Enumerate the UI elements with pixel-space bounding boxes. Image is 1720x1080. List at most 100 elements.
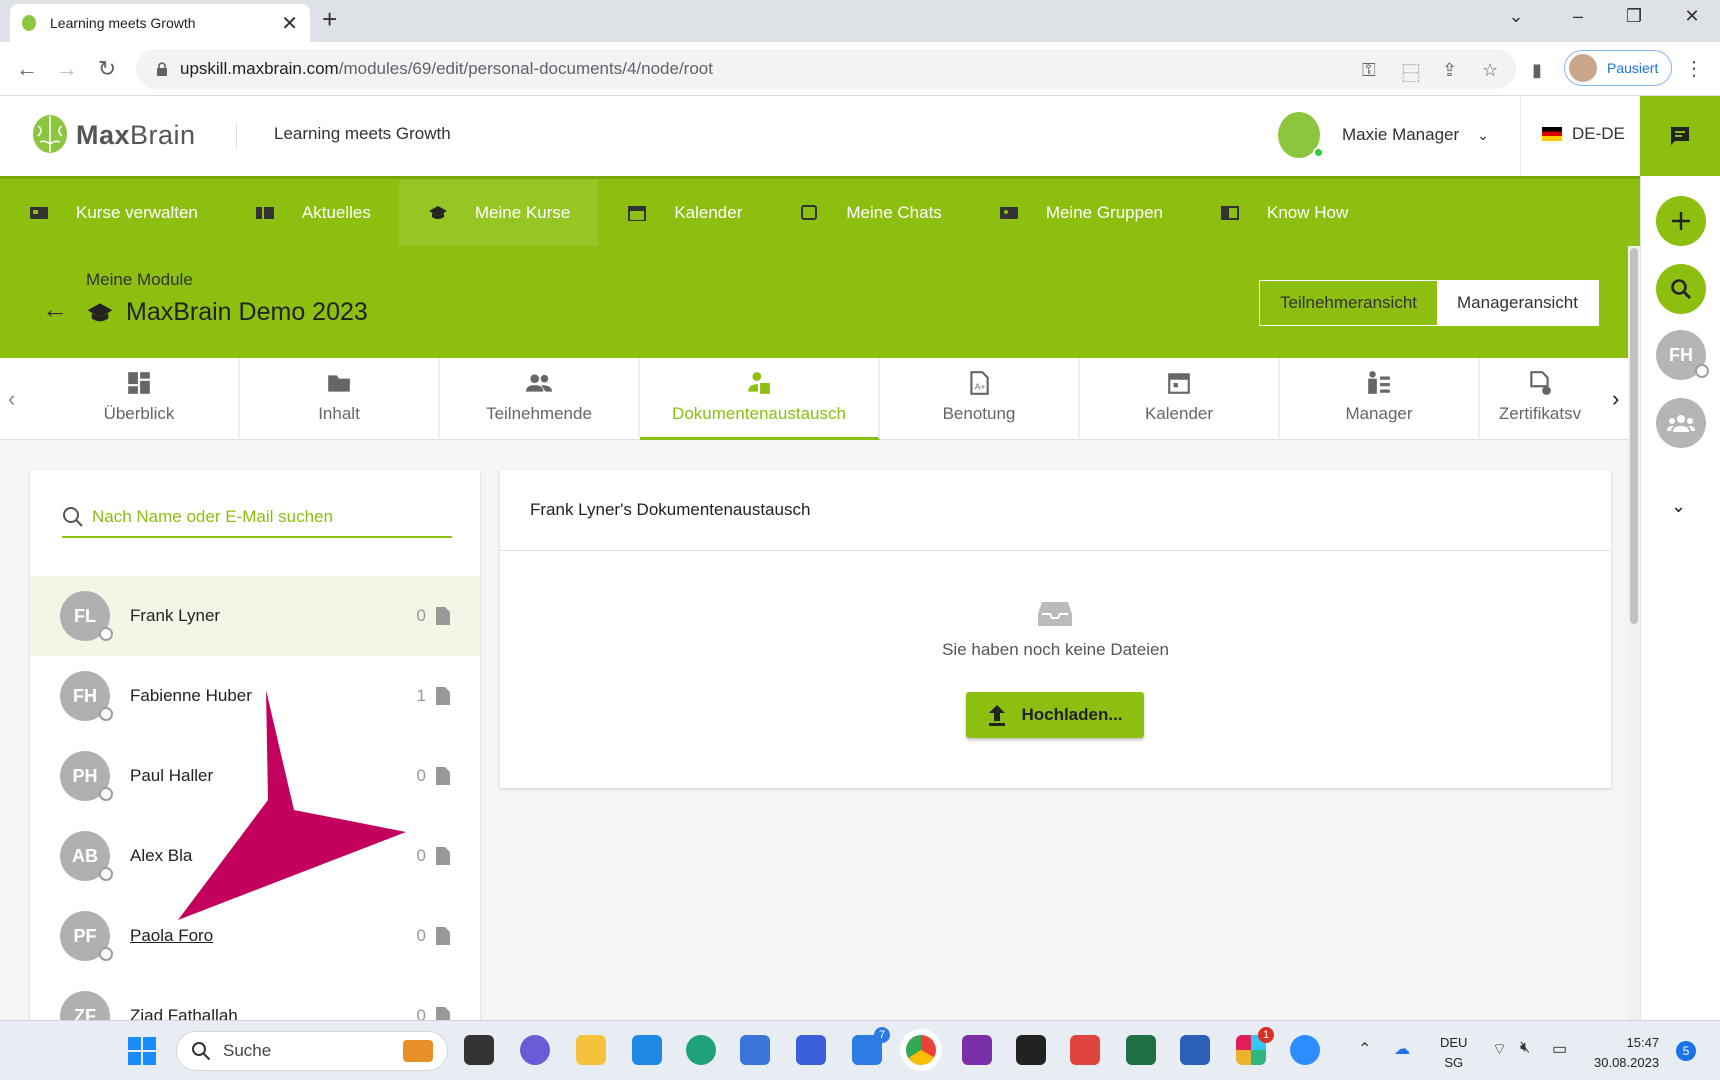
taskbar-search[interactable]: Suche: [176, 1031, 448, 1071]
brain-icon: [33, 115, 67, 153]
browser-menu-icon[interactable]: ⋮: [1684, 56, 1704, 81]
close-window-button[interactable]: ✕: [1672, 6, 1712, 27]
reload-button[interactable]: ↻: [92, 54, 122, 84]
todoist-icon[interactable]: [1070, 1035, 1100, 1065]
forward-button[interactable]: →: [52, 54, 82, 84]
tab-ueberblick[interactable]: Überblick: [40, 358, 240, 440]
tab-dokumentenaustausch[interactable]: Dokumentenaustausch: [640, 358, 880, 440]
tab-kalender[interactable]: Kalender: [1080, 358, 1280, 440]
address-bar[interactable]: upskill.maxbrain.com/modules/69/edit/per…: [136, 49, 1516, 89]
nav-kalender[interactable]: Kalender: [598, 179, 770, 246]
upload-icon: [989, 705, 1006, 726]
windows-start-icon[interactable]: [128, 1037, 156, 1065]
group-card-icon: [999, 206, 1018, 219]
tab-manager[interactable]: Manager: [1280, 358, 1480, 440]
taskbar: Suche 7 1 ⌃ ☁ DEU SG ⌔ 🔇︎ ▭ 15:47 30.08.…: [0, 1020, 1720, 1080]
avatar: FL: [60, 591, 113, 641]
key-icon[interactable]: ⚿: [1362, 60, 1376, 81]
word-icon[interactable]: [1180, 1035, 1210, 1065]
participant-view-button[interactable]: Teilnehmeransicht: [1260, 281, 1437, 325]
close-tab-icon[interactable]: ✕: [281, 11, 298, 36]
user-avatar-button[interactable]: FH: [1656, 330, 1709, 380]
chevron-down-icon[interactable]: ⌄: [1671, 496, 1686, 517]
minimize-button[interactable]: –: [1558, 6, 1598, 27]
profile-button[interactable]: Pausiert: [1564, 50, 1672, 86]
notification-badge[interactable]: 5: [1676, 1041, 1696, 1061]
chevron-right-icon[interactable]: ›: [1612, 386, 1619, 412]
zoom-icon[interactable]: [1290, 1035, 1320, 1065]
battery-icon[interactable]: ▭: [1552, 1039, 1567, 1059]
user-menu[interactable]: Maxie Manager ⌄: [1278, 112, 1489, 158]
panel-title: Frank Lyner's Dokumentenaustausch: [530, 500, 811, 519]
onedrive-icon[interactable]: ☁: [1394, 1039, 1410, 1059]
todo-icon[interactable]: 7: [852, 1027, 890, 1065]
figma-icon[interactable]: [1016, 1035, 1046, 1065]
input-language[interactable]: DEU SG: [1440, 1033, 1467, 1073]
onenote-icon[interactable]: [962, 1035, 992, 1065]
nav-meine-gruppen[interactable]: Meine Gruppen: [970, 179, 1191, 246]
add-button[interactable]: [1656, 196, 1706, 246]
chevron-left-icon[interactable]: ‹: [8, 386, 15, 412]
upload-button[interactable]: Hochladen...: [966, 692, 1144, 738]
scrollbar-thumb[interactable]: [1630, 248, 1638, 624]
tab-search-icon[interactable]: ⌄: [1496, 6, 1536, 27]
search-button[interactable]: [1656, 264, 1706, 314]
browser-toolbar: ← → ↻ upskill.maxbrain.com/modules/69/ed…: [0, 42, 1720, 96]
nav-meine-kurse[interactable]: Meine Kurse: [398, 179, 599, 246]
new-tab-button[interactable]: +: [322, 4, 337, 35]
browser-tab[interactable]: Learning meets Growth ✕: [10, 4, 310, 42]
maxbrain-logo[interactable]: MaxBrain: [32, 114, 196, 156]
search-input[interactable]: [92, 507, 452, 527]
manager-view-button[interactable]: Manageransicht: [1437, 281, 1598, 325]
language-selector[interactable]: DE-DE: [1542, 124, 1625, 144]
participant-row[interactable]: FL Frank Lyner 0: [30, 576, 480, 656]
file-explorer-icon[interactable]: [576, 1035, 606, 1065]
chat-button[interactable]: [1640, 96, 1720, 176]
affinity-icon[interactable]: [796, 1035, 826, 1065]
share-icon[interactable]: ⇪: [1442, 60, 1457, 81]
back-button[interactable]: ←: [12, 54, 42, 84]
restore-button[interactable]: ❐: [1614, 6, 1654, 27]
task-view-icon[interactable]: [464, 1035, 494, 1065]
tab-label: Zertifikatsv: [1498, 404, 1582, 423]
avatar: PF: [60, 911, 113, 961]
nav-label: Kurse verwalten: [76, 202, 198, 222]
excel-icon[interactable]: [1126, 1035, 1156, 1065]
chevron-up-icon[interactable]: ⌃: [1358, 1039, 1371, 1059]
groups-button[interactable]: [1656, 398, 1706, 448]
chrome-icon[interactable]: [906, 1035, 936, 1065]
wifi-icon[interactable]: ⌔: [1492, 1039, 1507, 1059]
side-panel-icon[interactable]: ▮: [1532, 60, 1542, 81]
store-icon[interactable]: [740, 1035, 770, 1065]
system-clock[interactable]: 15:47 30.08.2023: [1594, 1033, 1659, 1073]
l-app-icon[interactable]: [632, 1035, 662, 1065]
document-icon: [436, 767, 450, 785]
translate-icon[interactable]: ⿱: [1402, 60, 1420, 86]
tab-inhalt[interactable]: Inhalt: [240, 358, 440, 440]
module-header: ← Meine Module MaxBrain Demo 2023 Teilne…: [0, 246, 1640, 358]
tab-zertifikatsvorlagen[interactable]: Zertifikatsv: [1480, 358, 1600, 440]
document-icon: [436, 687, 450, 705]
teams-chat-icon[interactable]: [520, 1035, 550, 1065]
slack-icon[interactable]: 1: [1236, 1027, 1274, 1065]
tab-teilnehmende[interactable]: Teilnehmende: [440, 358, 640, 440]
chat-icon: [801, 204, 818, 220]
language-divider: [1520, 96, 1521, 176]
annotation-arrow-icon: [178, 690, 406, 920]
language-line-2: SG: [1444, 1055, 1464, 1070]
module-breadcrumb[interactable]: Meine Module: [86, 270, 193, 290]
speaker-muted-icon[interactable]: 🔇︎: [1520, 1039, 1530, 1057]
nav-meine-chats[interactable]: Meine Chats: [770, 179, 969, 246]
empty-state-text: Sie haben noch keine Dateien: [942, 640, 1169, 659]
bookmark-star-icon[interactable]: ☆: [1482, 60, 1498, 81]
status-indicator: [99, 867, 113, 881]
tab-benotung[interactable]: A+ Benotung: [880, 358, 1080, 440]
back-arrow-icon[interactable]: ←: [42, 294, 68, 325]
nav-aktuelles[interactable]: Aktuelles: [226, 179, 399, 246]
nav-know-how[interactable]: Know How: [1191, 179, 1376, 246]
edge-icon[interactable]: [686, 1035, 716, 1065]
participant-name: Frank Lyner: [130, 606, 221, 625]
document-icon: [436, 607, 450, 625]
nav-kurse-verwalten[interactable]: Kurse verwalten: [0, 179, 226, 246]
graduation-cap-icon: [87, 302, 113, 321]
